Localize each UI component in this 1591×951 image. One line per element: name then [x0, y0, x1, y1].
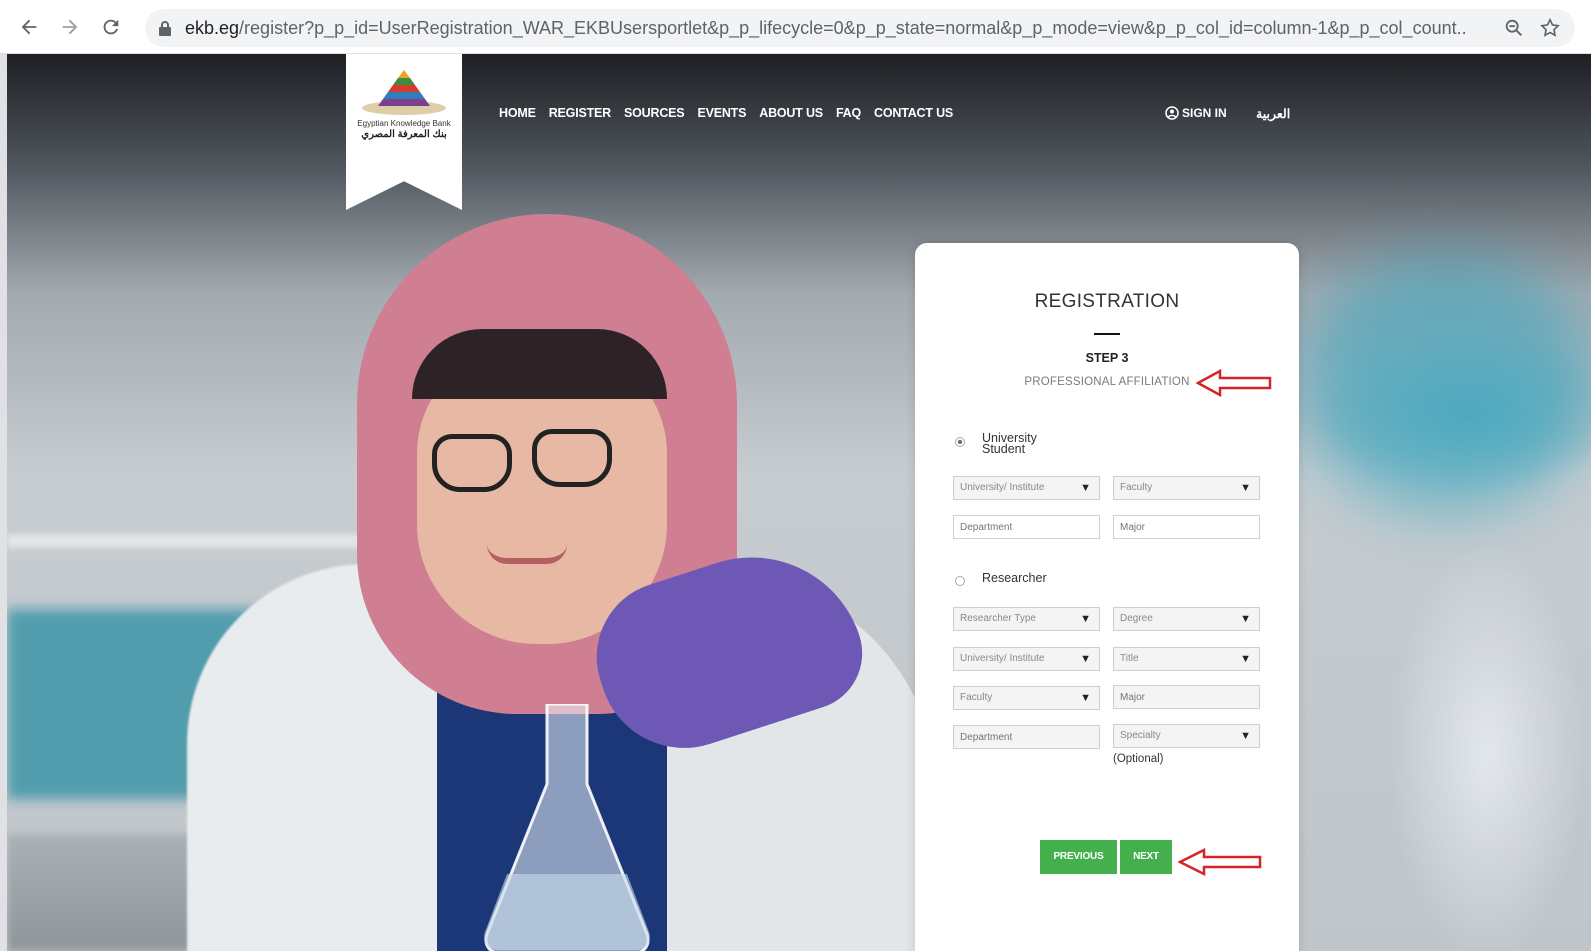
researcher-university-select[interactable]: University/ Institute ▼ [953, 647, 1100, 671]
next-button[interactable]: NEXT [1120, 840, 1172, 874]
sign-in-label: SIGN IN [1182, 106, 1227, 120]
researcher-university-value: University/ Institute [960, 653, 1045, 664]
nav-contact-us[interactable]: CONTACT US [874, 106, 953, 120]
researcher-faculty-value: Faculty [960, 692, 993, 703]
researcher-faculty-select[interactable]: Faculty ▼ [953, 686, 1100, 710]
reload-icon[interactable] [98, 14, 124, 40]
caret-down-icon: ▼ [1080, 653, 1091, 665]
registration-title: REGISTRATION [1034, 291, 1180, 312]
researcher-specialty-select[interactable]: Specialty ▼ [1113, 724, 1260, 748]
caret-down-icon: ▼ [1080, 482, 1091, 494]
student-faculty-select[interactable]: Faculty ▼ [1113, 476, 1260, 500]
researcher-degree-value: Degree [1120, 613, 1153, 624]
logo-text-english: Egyptian Knowledge Bank [357, 119, 451, 128]
site-logo[interactable]: Egyptian Knowledge Bank بنك المعرفة المص… [346, 54, 462, 210]
star-icon[interactable] [1539, 17, 1561, 39]
browser-toolbar: ekb.eg/register?p_p_id=UserRegistration_… [0, 0, 1591, 54]
title-divider [1094, 333, 1120, 335]
student-department-input[interactable] [953, 515, 1100, 539]
step-indicator: STEP 3 [1085, 351, 1129, 365]
researcher-type-select[interactable]: Researcher Type ▼ [953, 607, 1100, 631]
nav-home[interactable]: HOME [499, 106, 536, 120]
forward-arrow-icon[interactable] [57, 14, 83, 40]
researcher-specialty-value: Specialty [1120, 730, 1161, 741]
caret-down-icon: ▼ [1080, 613, 1091, 625]
caret-down-icon: ▼ [1240, 482, 1251, 494]
caret-down-icon: ▼ [1080, 692, 1091, 704]
student-major-input[interactable] [1113, 515, 1260, 539]
hero-smile [487, 544, 567, 564]
nav-faq[interactable]: FAQ [836, 106, 861, 120]
address-bar[interactable]: ekb.eg/register?p_p_id=UserRegistration_… [145, 9, 1575, 47]
lock-icon [159, 21, 171, 36]
back-arrow-icon[interactable] [16, 14, 42, 40]
hero-underscarf [412, 329, 667, 399]
nav-register[interactable]: REGISTER [549, 106, 612, 120]
url-text: ekb.eg/register?p_p_id=UserRegistration_… [185, 9, 1465, 47]
background-lab-blur [1297, 254, 1591, 514]
researcher-department-input[interactable] [953, 725, 1100, 749]
url-path: /register?p_p_id=UserRegistration_WAR_EK… [239, 18, 1465, 38]
specialty-optional-note: (Optional) [1113, 753, 1164, 765]
researcher-type-value: Researcher Type [960, 613, 1036, 624]
caret-down-icon: ▼ [1240, 653, 1251, 665]
previous-button[interactable]: PREVIOUS [1040, 840, 1117, 874]
researcher-title-select[interactable]: Title ▼ [1113, 647, 1260, 671]
student-faculty-value: Faculty [1120, 482, 1153, 493]
hero-glasses-right [532, 429, 612, 487]
language-switch[interactable]: العربية [1256, 106, 1290, 121]
researcher-major-input[interactable] [1113, 685, 1260, 709]
researcher-degree-select[interactable]: Degree ▼ [1113, 607, 1260, 631]
zoom-icon[interactable] [1503, 17, 1525, 39]
university-student-label: University Student [982, 432, 1037, 456]
logo-pyramid-icon [362, 70, 446, 115]
researcher-label: Researcher [982, 571, 1047, 585]
sign-in-link[interactable]: SIGN IN [1165, 106, 1227, 120]
user-circle-icon [1165, 106, 1179, 120]
student-university-select[interactable]: University/ Institute ▼ [953, 476, 1100, 500]
hero-flask [484, 704, 650, 951]
page-viewport: Egyptian Knowledge Bank بنك المعرفة المص… [7, 54, 1591, 951]
university-student-radio[interactable] [955, 437, 965, 447]
caret-down-icon: ▼ [1240, 730, 1251, 742]
logo-text-arabic: بنك المعرفة المصري [361, 129, 447, 140]
annotation-arrow-next-icon [1178, 848, 1262, 876]
annotation-arrow-step-icon [1196, 369, 1272, 397]
url-host: ekb.eg [185, 18, 240, 38]
student-university-value: University/ Institute [960, 482, 1045, 493]
researcher-title-value: Title [1120, 653, 1139, 664]
researcher-radio[interactable] [955, 576, 965, 586]
hero-glasses-left [432, 434, 512, 492]
nav-about-us[interactable]: ABOUT US [759, 106, 823, 120]
registration-card: REGISTRATION STEP 3 PROFESSIONAL AFFILIA… [915, 243, 1299, 951]
caret-down-icon: ▼ [1240, 613, 1251, 625]
main-navigation: HOME REGISTER SOURCES EVENTS ABOUT US FA… [499, 106, 953, 120]
nav-sources[interactable]: SOURCES [624, 106, 685, 120]
nav-events[interactable]: EVENTS [697, 106, 746, 120]
university-student-label-line2: Student [982, 442, 1026, 456]
